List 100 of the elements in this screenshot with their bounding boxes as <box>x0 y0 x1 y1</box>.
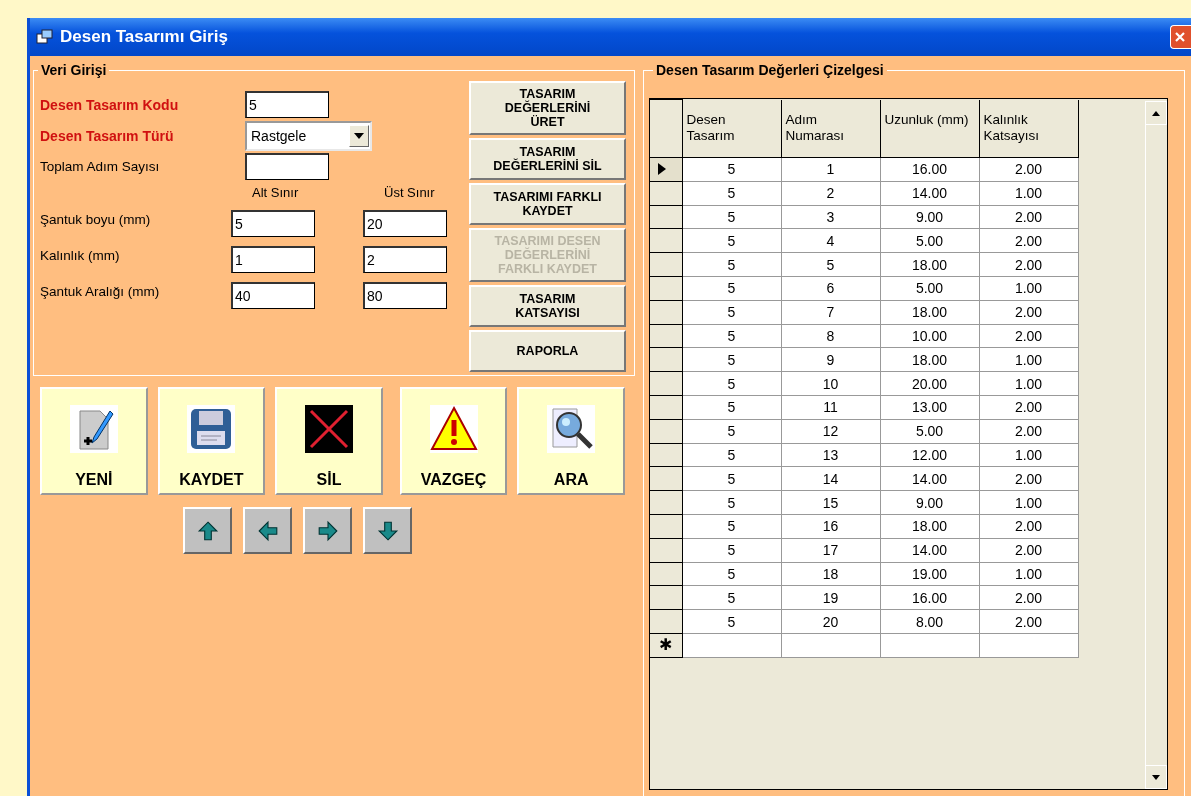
action-button[interactable]: TASARIM DEĞERLERİNİ SİL <box>469 138 626 180</box>
row-selector[interactable] <box>650 205 682 229</box>
table-cell: 5 <box>682 562 781 586</box>
table-cell: 5 <box>682 609 781 634</box>
toolbar-button[interactable]: ARA <box>517 387 625 495</box>
table-cell: 2.00 <box>979 252 1078 277</box>
table-cell: 19 <box>781 585 880 610</box>
column-header[interactable]: Uzunluk (mm) <box>880 99 979 158</box>
column-label: Üst Sınır <box>384 185 436 200</box>
table-cell: 6 <box>781 276 880 301</box>
row-selector[interactable] <box>650 514 682 539</box>
column-header[interactable]: Desen Tasarım <box>682 99 781 158</box>
table-cell: 16.00 <box>880 157 979 182</box>
row-selector[interactable] <box>650 538 682 563</box>
table-cell: 2.00 <box>979 538 1078 563</box>
min-field[interactable]: 1 <box>231 246 315 273</box>
text-field[interactable] <box>245 153 329 180</box>
table-cell: 14 <box>781 466 880 491</box>
table-cell: 2 <box>781 181 880 206</box>
window-icon <box>36 29 54 45</box>
table-cell: 10 <box>781 371 880 396</box>
table-cell: 2.00 <box>979 585 1078 610</box>
row-selector[interactable] <box>650 276 682 301</box>
max-field[interactable]: 2 <box>363 246 447 273</box>
new-document-icon <box>69 405 118 453</box>
table-cell: 13 <box>781 443 880 467</box>
max-field[interactable]: 80 <box>363 282 447 309</box>
row-selector[interactable] <box>650 466 682 491</box>
table-cell: 5 <box>682 443 781 467</box>
toolbar-button[interactable]: VAZGEÇ <box>399 387 508 495</box>
vertical-scrollbar[interactable] <box>1145 101 1167 789</box>
action-button[interactable]: TASARIMI FARKLI KAYDET <box>469 183 626 225</box>
table-cell: 2.00 <box>979 466 1078 491</box>
text-field[interactable]: 5 <box>245 91 329 118</box>
table-cell: 5 <box>682 228 781 253</box>
row-selector[interactable] <box>650 609 682 634</box>
table-cell: 18.00 <box>880 347 979 372</box>
table-cell: 4 <box>781 228 880 253</box>
navigation-button[interactable] <box>183 507 232 554</box>
row-selector[interactable] <box>650 347 682 372</box>
row-selector[interactable] <box>650 371 682 396</box>
field-label: Desen Tasarım Kodu <box>40 96 180 113</box>
row-selector[interactable] <box>650 490 682 515</box>
row-selector[interactable] <box>650 324 682 348</box>
table-cell: 20 <box>781 609 880 634</box>
scroll-up-icon[interactable] <box>1145 101 1167 125</box>
row-selector[interactable] <box>650 443 682 467</box>
row-selector[interactable] <box>650 181 682 206</box>
table-cell: 8 <box>781 324 880 348</box>
row-selector[interactable] <box>650 300 682 325</box>
toolbar-button[interactable]: SİL <box>275 387 383 495</box>
min-field[interactable]: 5 <box>231 210 315 237</box>
table-cell: 5 <box>682 324 781 348</box>
min-field[interactable]: 40 <box>231 282 315 309</box>
table-cell: 5 <box>682 157 781 182</box>
toolbar-button[interactable]: KAYDET <box>157 387 266 495</box>
cross-icon <box>305 405 353 453</box>
row-selector[interactable] <box>650 562 682 586</box>
warning-icon <box>429 405 478 453</box>
arrow-icon <box>316 519 339 542</box>
table-cell: 9.00 <box>880 205 979 229</box>
table-cell: 15 <box>781 490 880 515</box>
table-cell: 14.00 <box>880 181 979 206</box>
column-header[interactable]: Kalınlık Katsayısı <box>979 99 1078 158</box>
table-cell: 14.00 <box>880 538 979 563</box>
table-cell: 2.00 <box>979 300 1078 325</box>
table-cell: 5 <box>682 300 781 325</box>
toolbar-button[interactable]: YENİ <box>40 387 148 495</box>
field-label: Desen Tasarım Türü <box>40 127 175 144</box>
navigation-button[interactable] <box>363 507 412 554</box>
table-cell: 2.00 <box>979 395 1078 420</box>
table-cell: 1.00 <box>979 181 1078 206</box>
table-cell: 5 <box>682 490 781 515</box>
close-button[interactable] <box>1170 25 1191 49</box>
row-selector[interactable] <box>650 395 682 420</box>
arrow-icon <box>256 519 279 542</box>
row-selector[interactable] <box>650 585 682 610</box>
navigation-button[interactable] <box>303 507 352 554</box>
action-button[interactable]: TASARIM DEĞERLERİNİ ÜRET <box>469 81 626 135</box>
arrow-icon <box>196 519 219 542</box>
max-field[interactable]: 20 <box>363 210 447 237</box>
action-button[interactable]: TASARIM KATSAYISI <box>469 285 626 327</box>
row-selector[interactable] <box>650 252 682 277</box>
table-cell: 16 <box>781 514 880 539</box>
action-button[interactable]: RAPORLA <box>469 330 626 372</box>
row-selector[interactable] <box>650 419 682 444</box>
table-cell: 2.00 <box>979 609 1078 634</box>
row-selector[interactable] <box>650 157 682 182</box>
row-selector[interactable] <box>650 228 682 253</box>
column-header[interactable]: Adım Numarası <box>781 99 880 158</box>
table-cell: 1.00 <box>979 276 1078 301</box>
type-dropdown[interactable]: Rastgele <box>245 120 372 151</box>
table-cell: 5 <box>682 371 781 396</box>
scroll-down-icon[interactable] <box>1145 765 1167 789</box>
new-row-marker[interactable]: ✱ <box>650 633 682 658</box>
table-cell: 5.00 <box>880 276 979 301</box>
navigation-button[interactable] <box>243 507 292 554</box>
table-cell: 18.00 <box>880 300 979 325</box>
table-cell: 1.00 <box>979 443 1078 467</box>
table-cell: 2.00 <box>979 157 1078 182</box>
